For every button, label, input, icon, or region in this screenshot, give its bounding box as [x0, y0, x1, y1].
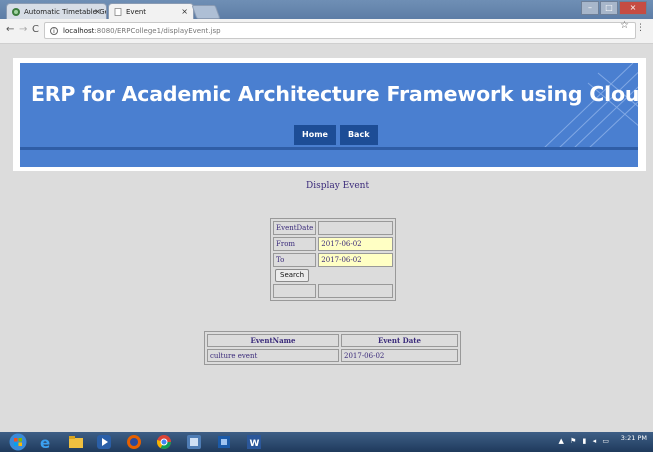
form-footer-cell	[273, 284, 317, 298]
url-host: localhost	[63, 27, 95, 35]
chrome-icon[interactable]	[156, 434, 172, 450]
info-icon[interactable]: i	[50, 27, 58, 35]
to-date-input[interactable]: 2017-06-02	[318, 253, 393, 267]
virtualbox-icon[interactable]	[216, 434, 232, 450]
more-menu-icon[interactable]: ⋮	[636, 23, 645, 33]
column-header-event-date: Event Date	[341, 334, 458, 347]
address-bar[interactable]: i localhost:8080/ERPCollege1/displayEven…	[44, 22, 636, 39]
from-label: From	[273, 237, 317, 251]
banner-decoration	[542, 63, 638, 149]
reload-icon[interactable]: C	[32, 24, 39, 35]
minimize-icon[interactable]: –	[581, 1, 599, 15]
system-tray-icons[interactable]: ▲ ⚑ ▮ ◂ ▭	[558, 437, 611, 445]
header-banner: ERP for Academic Architecture Framework …	[20, 63, 638, 167]
maximize-icon[interactable]: □	[600, 1, 618, 15]
internet-explorer-icon[interactable]: e	[38, 434, 54, 450]
table-row: culture event 2017-06-02	[207, 349, 458, 362]
from-date-input[interactable]: 2017-06-02	[318, 237, 393, 251]
svg-text:W: W	[250, 439, 260, 449]
column-header-event-name: EventName	[207, 334, 339, 347]
clock-time: 3:21 PM	[620, 434, 647, 442]
date-filter-form: EventDate From 2017-06-02 To 2017-06-02 …	[270, 218, 396, 301]
search-cell: Search	[273, 269, 316, 282]
app-icon[interactable]	[186, 434, 202, 450]
form-header-label: EventDate	[273, 221, 317, 235]
back-arrow-icon[interactable]: ←	[6, 24, 14, 35]
browser-tabstrip: Automatic Timetable Ge × Event × – □ ×	[0, 0, 653, 19]
media-player-icon[interactable]	[96, 434, 112, 450]
home-link[interactable]: Home	[294, 125, 336, 145]
taskbar: e W ▲ ⚑ ▮ ◂ ▭ 3:21 PM	[0, 432, 653, 452]
page-icon	[114, 8, 122, 16]
search-cell-empty	[318, 269, 393, 282]
start-button-icon[interactable]	[9, 433, 27, 451]
taskbar-clock[interactable]: 3:21 PM	[621, 434, 647, 442]
form-header-empty	[318, 221, 393, 235]
search-button[interactable]: Search	[275, 269, 310, 282]
event-name-cell: culture event	[207, 349, 339, 362]
app-favicon-icon	[12, 8, 20, 16]
site-title: ERP for Academic Architecture Framework …	[31, 82, 638, 106]
forward-arrow-icon[interactable]: →	[19, 24, 27, 35]
tab-event[interactable]: Event ×	[108, 3, 194, 19]
main-nav: Home Back	[294, 125, 378, 145]
table-header-row: EventName Event Date	[207, 334, 458, 347]
form-footer-cell	[318, 284, 393, 298]
close-tab-icon[interactable]: ×	[181, 4, 188, 19]
close-tab-icon[interactable]: ×	[94, 4, 101, 19]
url-path: :8080/ERPCollege1/displayEvent.jsp	[94, 27, 221, 35]
tab-label: Event	[126, 8, 147, 16]
close-window-icon[interactable]: ×	[619, 1, 647, 15]
to-label: To	[273, 253, 317, 267]
new-tab-button[interactable]	[191, 5, 221, 19]
page-content: ERP for Academic Architecture Framework …	[0, 44, 653, 432]
tab-timetable[interactable]: Automatic Timetable Ge ×	[6, 3, 107, 19]
banner-divider	[20, 147, 638, 150]
bookmark-star-icon[interactable]: ☆	[620, 20, 629, 31]
event-date-cell: 2017-06-02	[341, 349, 458, 362]
svg-text:e: e	[40, 434, 50, 450]
back-link[interactable]: Back	[339, 125, 378, 145]
firefox-icon[interactable]	[126, 434, 142, 450]
browser-toolbar: ← → C i localhost:8080/ERPCollege1/displ…	[0, 19, 653, 44]
header-frame: ERP for Academic Architecture Framework …	[13, 58, 646, 171]
page-heading: Display Event	[306, 181, 370, 191]
word-icon[interactable]: W	[246, 434, 262, 450]
events-table: EventName Event Date culture event 2017-…	[204, 331, 461, 365]
file-explorer-icon[interactable]	[68, 434, 84, 450]
window-controls: – □ ×	[581, 1, 647, 15]
